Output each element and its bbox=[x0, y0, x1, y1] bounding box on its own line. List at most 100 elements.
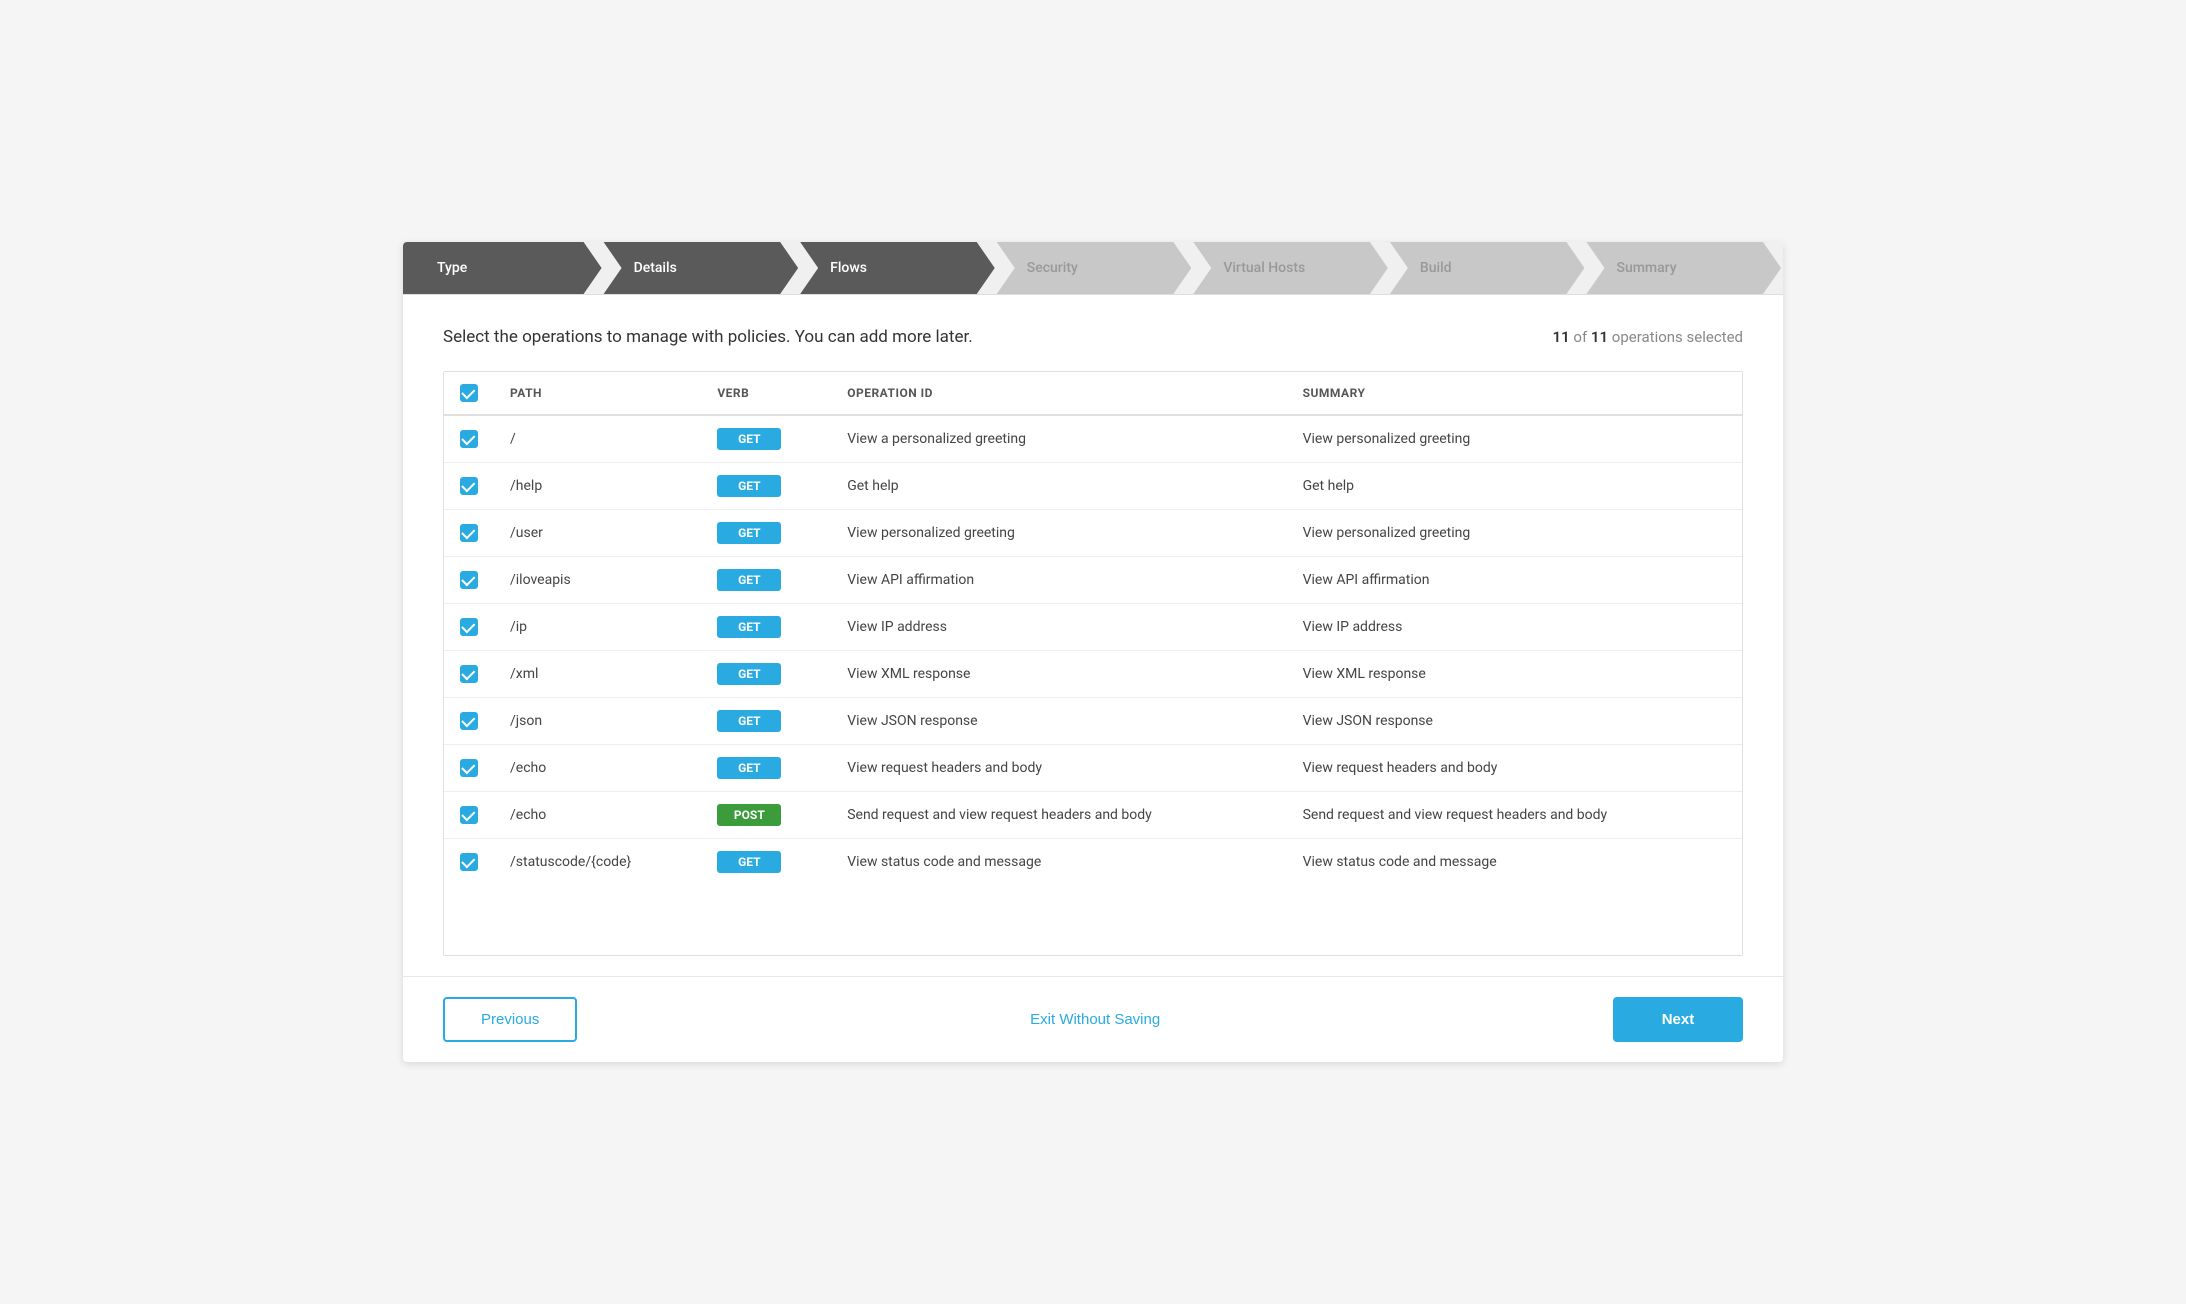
operations-table: PATH VERB OPERATION ID SUMMARY /GETView … bbox=[444, 372, 1742, 885]
row-5-checkbox-cell[interactable] bbox=[444, 651, 494, 698]
wizard-footer: Previous Exit Without Saving Next bbox=[403, 976, 1783, 1062]
row-3-verb: GET bbox=[701, 557, 831, 604]
row-1-operation-id: Get help bbox=[831, 463, 1286, 510]
row-9-checkbox-cell[interactable] bbox=[444, 839, 494, 886]
row-5-path: /xml bbox=[494, 651, 701, 698]
row-6-checkbox[interactable] bbox=[460, 712, 478, 730]
row-9-summary: View status code and message bbox=[1287, 839, 1742, 886]
row-6-checkbox-cell[interactable] bbox=[444, 698, 494, 745]
header-checkbox-col[interactable] bbox=[444, 372, 494, 415]
instruction-text: Select the operations to manage with pol… bbox=[443, 327, 973, 347]
table-row: /iloveapisGETView API affirmationView AP… bbox=[444, 557, 1742, 604]
row-0-operation-id: View a personalized greeting bbox=[831, 415, 1286, 463]
row-9-verb: GET bbox=[701, 839, 831, 886]
step-build[interactable]: Build bbox=[1390, 242, 1585, 294]
next-button[interactable]: Next bbox=[1613, 997, 1743, 1042]
table-row: /ip GET View IP addressView IP address bbox=[444, 604, 1742, 651]
row-2-verb-badge: GET bbox=[717, 522, 781, 544]
row-7-checkbox[interactable] bbox=[460, 759, 478, 777]
row-3-verb-badge: GET bbox=[717, 569, 781, 591]
row-1-checkbox-cell[interactable] bbox=[444, 463, 494, 510]
row-8-path: /echo bbox=[494, 792, 701, 839]
step-virtual-hosts-label: Virtual Hosts bbox=[1213, 260, 1305, 276]
table-row: / GET View a personalized greetingView per… bbox=[444, 415, 1742, 463]
row-3-summary: View API affirmation bbox=[1287, 557, 1742, 604]
row-0-path: / bbox=[494, 415, 701, 463]
row-3-checkbox-cell[interactable] bbox=[444, 557, 494, 604]
row-4-verb-badge: GET bbox=[717, 616, 781, 638]
row-4-summary: View IP address bbox=[1287, 604, 1742, 651]
row-6-verb: GET bbox=[701, 698, 831, 745]
row-5-verb: GET bbox=[701, 651, 831, 698]
row-0-summary: View personalized greeting bbox=[1287, 415, 1742, 463]
row-5-verb-badge: GET bbox=[717, 663, 781, 685]
row-9-checkbox[interactable] bbox=[460, 853, 478, 871]
row-4-path: /ip bbox=[494, 604, 701, 651]
row-1-verb: GET bbox=[701, 463, 831, 510]
row-6-operation-id: View JSON response bbox=[831, 698, 1286, 745]
row-1-path: /help bbox=[494, 463, 701, 510]
row-6-summary: View JSON response bbox=[1287, 698, 1742, 745]
step-details[interactable]: Details bbox=[604, 242, 799, 294]
operations-table-wrapper: PATH VERB OPERATION ID SUMMARY /GETView … bbox=[443, 371, 1743, 956]
row-1-summary: Get help bbox=[1287, 463, 1742, 510]
ops-selected-label: operations selected bbox=[1612, 328, 1743, 346]
row-4-checkbox[interactable] bbox=[460, 618, 478, 636]
selection-count: 11 of 11 operations selected bbox=[1553, 328, 1743, 346]
row-2-operation-id: View personalized greeting bbox=[831, 510, 1286, 557]
row-8-checkbox-cell[interactable] bbox=[444, 792, 494, 839]
row-3-checkbox[interactable] bbox=[460, 571, 478, 589]
table-header-row: PATH VERB OPERATION ID SUMMARY bbox=[444, 372, 1742, 415]
step-details-label: Details bbox=[624, 260, 677, 276]
row-0-checkbox[interactable] bbox=[460, 430, 478, 448]
table-row: /help GET Get helpGet help bbox=[444, 463, 1742, 510]
selected-num: 11 bbox=[1553, 328, 1570, 346]
row-5-checkbox[interactable] bbox=[460, 665, 478, 683]
row-9-path: /statuscode/{code} bbox=[494, 839, 701, 886]
row-9-verb-badge: GET bbox=[717, 851, 781, 873]
row-1-checkbox[interactable] bbox=[460, 477, 478, 495]
total-num: 11 bbox=[1591, 328, 1608, 346]
row-2-path: /user bbox=[494, 510, 701, 557]
table-row: /echoPOSTSend request and view request h… bbox=[444, 792, 1742, 839]
row-7-operation-id: View request headers and body bbox=[831, 745, 1286, 792]
step-build-label: Build bbox=[1410, 260, 1452, 276]
row-7-path: /echo bbox=[494, 745, 701, 792]
table-row: /xmlGETView XML responseView XML respons… bbox=[444, 651, 1742, 698]
step-type[interactable]: Type bbox=[403, 242, 602, 294]
row-0-verb: GET bbox=[701, 415, 831, 463]
row-8-checkbox[interactable] bbox=[460, 806, 478, 824]
row-4-checkbox-cell[interactable] bbox=[444, 604, 494, 651]
step-summary[interactable]: Summary bbox=[1586, 242, 1781, 294]
row-0-verb-badge: GET bbox=[717, 428, 781, 450]
table-row: /userGETView personalized greetingView p… bbox=[444, 510, 1742, 557]
select-all-checkbox[interactable] bbox=[460, 384, 478, 402]
row-0-checkbox-cell[interactable] bbox=[444, 415, 494, 463]
row-5-summary: View XML response bbox=[1287, 651, 1742, 698]
header-summary: SUMMARY bbox=[1287, 372, 1742, 415]
step-nav: Type Details Flows Security Virtual Host… bbox=[403, 242, 1783, 295]
previous-button[interactable]: Previous bbox=[443, 997, 577, 1042]
row-2-verb: GET bbox=[701, 510, 831, 557]
row-2-checkbox[interactable] bbox=[460, 524, 478, 542]
header-path: PATH bbox=[494, 372, 701, 415]
step-type-label: Type bbox=[427, 260, 467, 276]
content-area: Select the operations to manage with pol… bbox=[403, 295, 1783, 976]
row-3-operation-id: View API affirmation bbox=[831, 557, 1286, 604]
wizard-container: Type Details Flows Security Virtual Host… bbox=[403, 242, 1783, 1062]
row-7-verb: GET bbox=[701, 745, 831, 792]
step-summary-label: Summary bbox=[1606, 260, 1676, 276]
step-flows[interactable]: Flows bbox=[800, 242, 995, 294]
row-1-verb-badge: GET bbox=[717, 475, 781, 497]
row-8-verb: POST bbox=[701, 792, 831, 839]
row-8-operation-id: Send request and view request headers an… bbox=[831, 792, 1286, 839]
row-6-path: /json bbox=[494, 698, 701, 745]
row-2-checkbox-cell[interactable] bbox=[444, 510, 494, 557]
step-virtual-hosts[interactable]: Virtual Hosts bbox=[1193, 242, 1388, 294]
exit-without-saving-button[interactable]: Exit Without Saving bbox=[1030, 1011, 1160, 1028]
row-7-checkbox-cell[interactable] bbox=[444, 745, 494, 792]
row-4-operation-id: View IP address bbox=[831, 604, 1286, 651]
step-security[interactable]: Security bbox=[997, 242, 1192, 294]
row-4-verb: GET bbox=[701, 604, 831, 651]
row-8-summary: Send request and view request headers an… bbox=[1287, 792, 1742, 839]
